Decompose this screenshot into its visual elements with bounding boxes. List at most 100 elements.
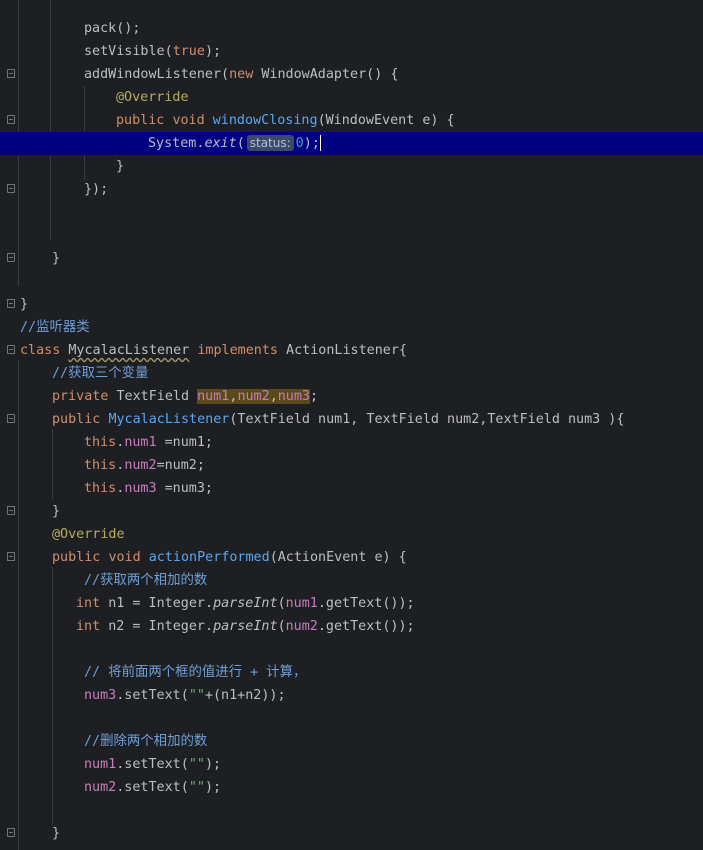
fold-close-icon[interactable] <box>7 253 15 262</box>
code-line[interactable]: } <box>0 500 703 523</box>
code-line[interactable]: //获取两个相加的数 <box>0 569 703 592</box>
code-token: MycalacListener <box>68 343 190 358</box>
code-line[interactable]: num3.setText(""+(n1+n2)); <box>0 684 703 707</box>
code-token: =num2; <box>156 458 205 473</box>
code-line[interactable]: // 将前面两个框的值进行 + 计算， <box>0 661 703 684</box>
fold-open-icon[interactable] <box>7 115 15 124</box>
code-token: implements <box>197 343 278 358</box>
code-token: ActionListener{ <box>278 343 407 358</box>
code-line-current[interactable]: System.exit(status: 0); <box>0 132 703 155</box>
code-token: MycalacListener <box>108 412 230 427</box>
code-line[interactable]: public void actionPerformed(ActionEvent … <box>0 546 703 569</box>
code-token: (ActionEvent e) { <box>269 550 407 565</box>
code-token: .setText( <box>116 757 189 772</box>
fold-open-icon[interactable] <box>7 552 15 561</box>
code-token: num1 <box>124 435 157 450</box>
code-token: num3 <box>277 389 310 404</box>
code-token: exit <box>204 136 237 151</box>
code-token: } <box>20 297 29 312</box>
code-token: num2 <box>285 619 318 634</box>
code-token: TextField <box>108 389 198 404</box>
code-line[interactable]: public MycalacListener(TextField num1, T… <box>0 408 703 431</box>
fold-close-icon[interactable] <box>7 506 15 515</box>
fold-close-icon[interactable] <box>7 828 15 837</box>
code-token: setVisible( <box>84 44 173 59</box>
code-comment: // 将前面两个框的值进行 + 计算， <box>84 665 307 680</box>
code-line[interactable]: @Override <box>0 523 703 546</box>
code-comment: //获取两个相加的数 <box>84 573 208 588</box>
fold-open-icon[interactable] <box>7 414 15 423</box>
code-token: num1 <box>84 757 117 772</box>
code-token: parseInt <box>213 619 278 634</box>
code-token: =num3; <box>156 481 213 496</box>
code-token: , <box>269 389 278 404</box>
code-line[interactable]: num2.setText(""); <box>0 776 703 799</box>
code-token: void <box>108 550 141 565</box>
fold-open-icon[interactable] <box>7 69 15 78</box>
code-token: public <box>52 412 101 427</box>
code-token: ( <box>236 136 245 151</box>
code-line[interactable]: addWindowListener(new WindowAdapter() { <box>0 63 703 86</box>
fold-open-icon[interactable] <box>7 345 15 354</box>
code-token: ); <box>204 780 222 795</box>
code-token: class <box>20 343 61 358</box>
code-comment: //获取三个变量 <box>52 366 149 381</box>
code-line[interactable]: pack(); <box>0 17 703 40</box>
code-token: num2 <box>84 780 117 795</box>
code-line[interactable]: private TextField num1,num2,num3; <box>0 385 703 408</box>
code-comment: //删除两个相加的数 <box>84 734 208 749</box>
code-token: this <box>84 458 117 473</box>
code-token: windowClosing <box>212 113 318 128</box>
code-line[interactable]: } <box>0 293 703 316</box>
code-line[interactable]: int n2 = Integer.parseInt(num2.getText()… <box>0 615 703 638</box>
code-line[interactable]: class MycalacListener implements ActionL… <box>0 339 703 362</box>
code-token: true <box>172 44 205 59</box>
code-line[interactable]: int n1 = Integer.parseInt(num1.getText()… <box>0 592 703 615</box>
code-token: =num1; <box>156 435 213 450</box>
code-line[interactable]: this.num3 =num3; <box>0 477 703 500</box>
code-line[interactable]: @Override <box>0 86 703 109</box>
code-line[interactable]: setVisible(true); <box>0 40 703 63</box>
code-line[interactable]: //获取三个变量 <box>0 362 703 385</box>
code-token: ); <box>204 757 222 772</box>
code-line[interactable]: num1.setText(""); <box>0 753 703 776</box>
fold-close-icon[interactable] <box>7 184 15 193</box>
code-token: ; <box>310 389 319 404</box>
code-token: pack(); <box>84 21 141 36</box>
parameter-hint: status: <box>246 135 294 151</box>
code-token: this <box>84 481 117 496</box>
code-token: @Override <box>52 527 125 542</box>
code-token: addWindowListener( <box>84 67 230 82</box>
code-token: n2 = Integer. <box>100 619 214 634</box>
code-line[interactable]: } <box>0 822 703 845</box>
code-token: num1 <box>285 596 318 611</box>
code-token: ( <box>277 619 286 634</box>
code-token: public <box>116 113 165 128</box>
code-token: num3 <box>84 688 117 703</box>
code-line[interactable]: //监听器类 <box>0 316 703 339</box>
code-token: WindowAdapter() { <box>253 67 399 82</box>
code-token: "" <box>188 780 205 795</box>
code-comment: //监听器类 <box>20 320 90 335</box>
code-token: .setText( <box>116 780 189 795</box>
code-line[interactable]: this.num2=num2; <box>0 454 703 477</box>
code-token: public <box>52 550 101 565</box>
text-caret <box>319 135 321 151</box>
code-token: (TextField num1, TextField num2,TextFiel… <box>229 412 625 427</box>
code-line[interactable]: }); <box>0 178 703 201</box>
code-token: System. <box>148 136 205 151</box>
code-line[interactable]: this.num1 =num1; <box>0 431 703 454</box>
code-token: this <box>84 435 117 450</box>
code-editor[interactable]: pack(); setVisible(true); addWindowListe… <box>0 0 703 850</box>
code-line[interactable]: public void windowClosing(WindowEvent e)… <box>0 109 703 132</box>
fold-close-icon[interactable] <box>7 299 15 308</box>
code-token: parseInt <box>213 596 278 611</box>
code-line[interactable]: //删除两个相加的数 <box>0 730 703 753</box>
code-token: (WindowEvent e) { <box>317 113 455 128</box>
code-line[interactable]: } <box>0 247 703 270</box>
code-token: void <box>172 113 205 128</box>
code-line[interactable]: } <box>0 155 703 178</box>
code-token: } <box>52 251 61 266</box>
